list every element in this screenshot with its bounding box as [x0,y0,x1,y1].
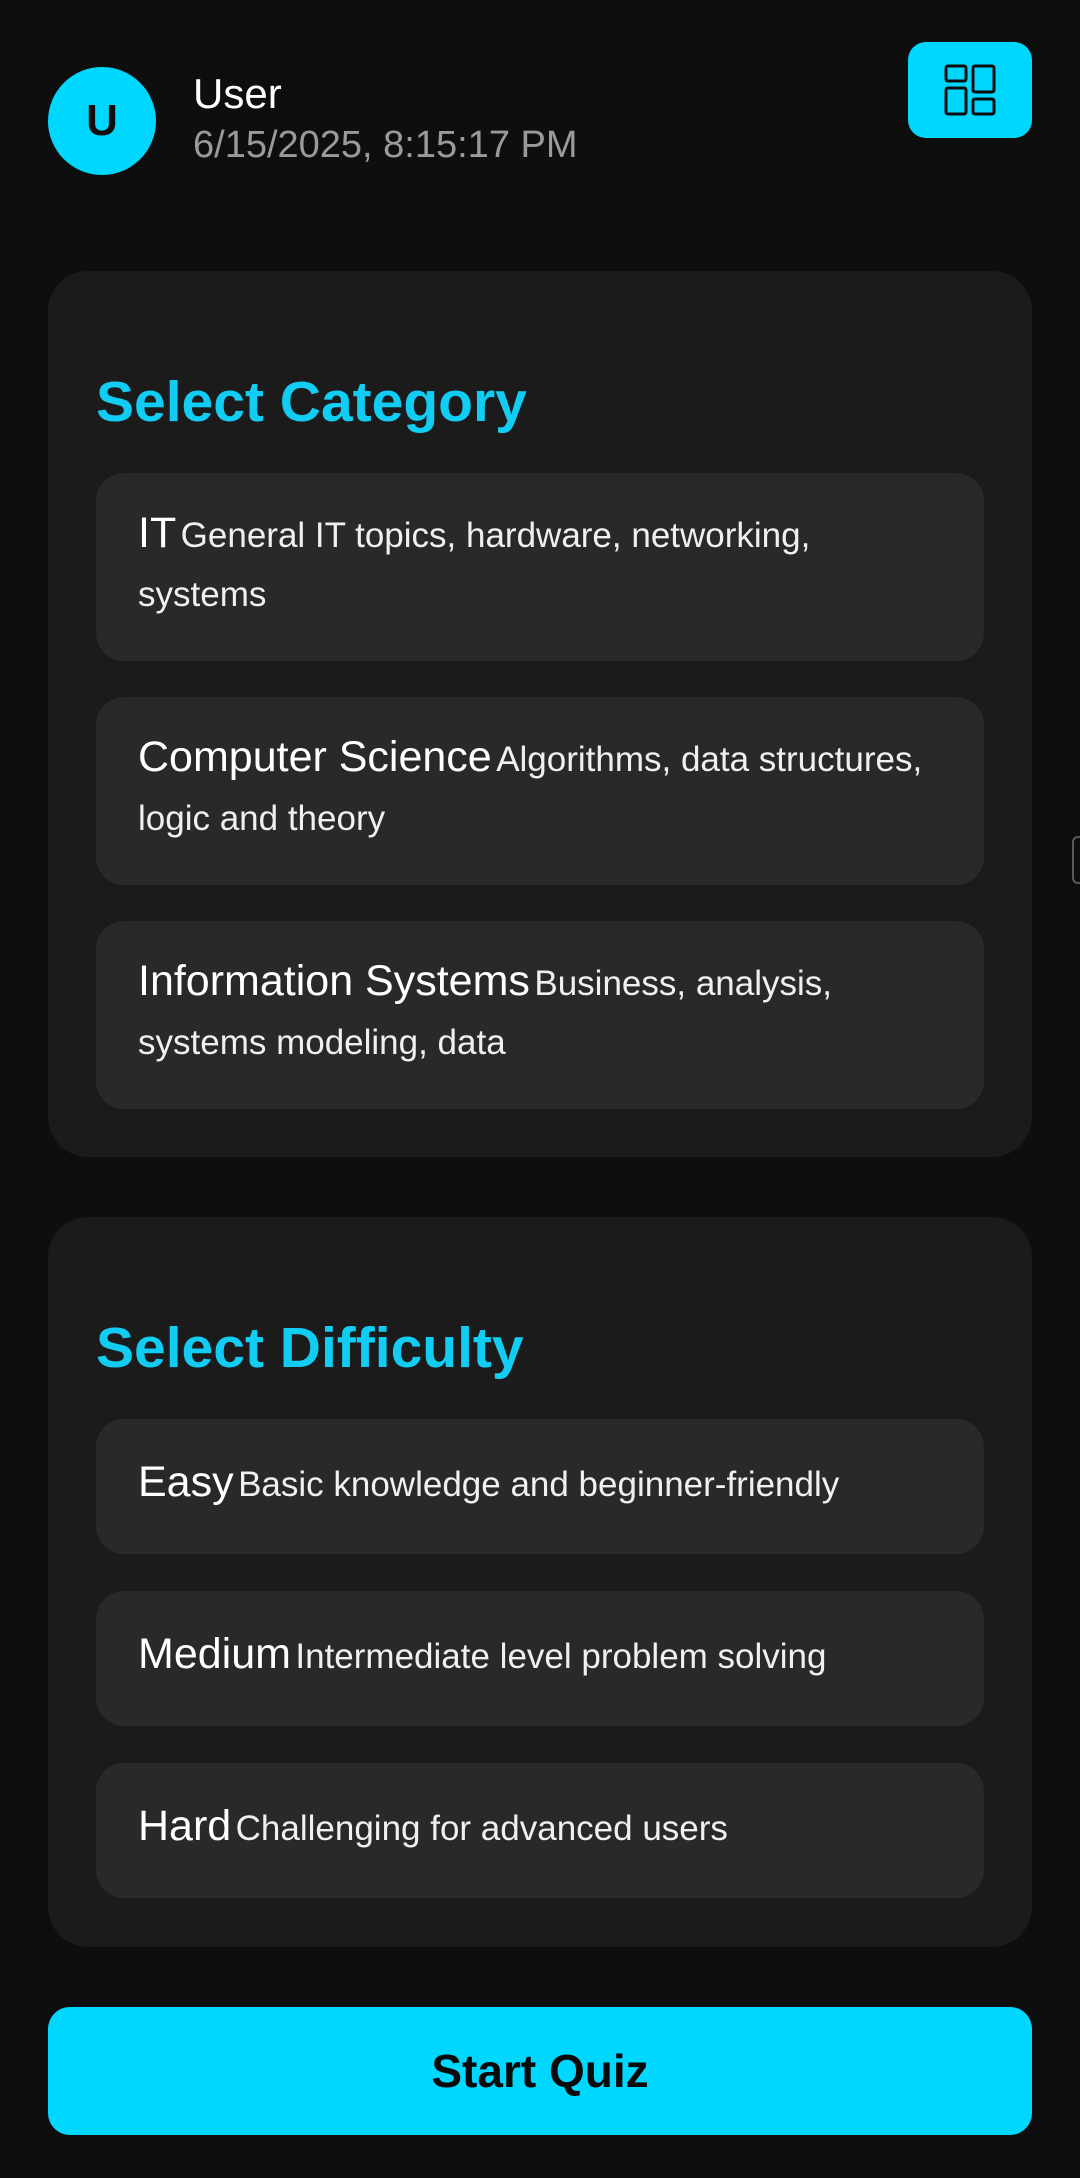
difficulty-option-medium[interactable]: Medium Intermediate level problem solvin… [96,1591,984,1726]
option-name: IT [138,508,177,557]
option-description: General IT topics, hardware, networking,… [138,515,811,614]
option-name: Information Systems [138,956,530,1005]
option-name: Hard [138,1801,232,1850]
option-name: Computer Science [138,732,492,781]
timestamp: 6/15/2025, 8:15:17 PM [193,124,578,166]
start-quiz-button[interactable]: Start Quiz [48,2007,1032,2135]
header: U User 6/15/2025, 8:15:17 PM [48,42,1032,182]
option-name: Medium [138,1629,291,1678]
option-description: Basic knowledge and beginner-friendly [238,1464,840,1504]
category-option-it[interactable]: IT General IT topics, hardware, networki… [96,473,984,661]
difficulty-title: Select Difficulty [96,1316,524,1380]
option-description: Intermediate level problem solving [295,1636,827,1676]
user-name: User [193,70,282,117]
dashboard-menu-button[interactable] [908,42,1032,138]
category-card: Select Category IT General IT topics, ha… [48,271,1032,1157]
difficulty-card: Select Difficulty Easy Basic knowledge a… [48,1217,1032,1947]
option-description: Challenging for advanced users [235,1808,728,1848]
avatar[interactable]: U [48,67,156,175]
difficulty-option-easy[interactable]: Easy Basic knowledge and beginner-friend… [96,1419,984,1554]
category-option-information-systems[interactable]: Information Systems Business, analysis, … [96,921,984,1109]
category-title: Select Category [96,370,527,434]
edge-scroll-handle[interactable] [1072,836,1080,884]
dashboard-grid-icon [944,64,996,116]
difficulty-option-hard[interactable]: Hard Challenging for advanced users [96,1763,984,1898]
avatar-letter: U [86,96,118,145]
option-name: Easy [138,1457,234,1506]
category-option-computer-science[interactable]: Computer Science Algorithms, data struct… [96,697,984,885]
